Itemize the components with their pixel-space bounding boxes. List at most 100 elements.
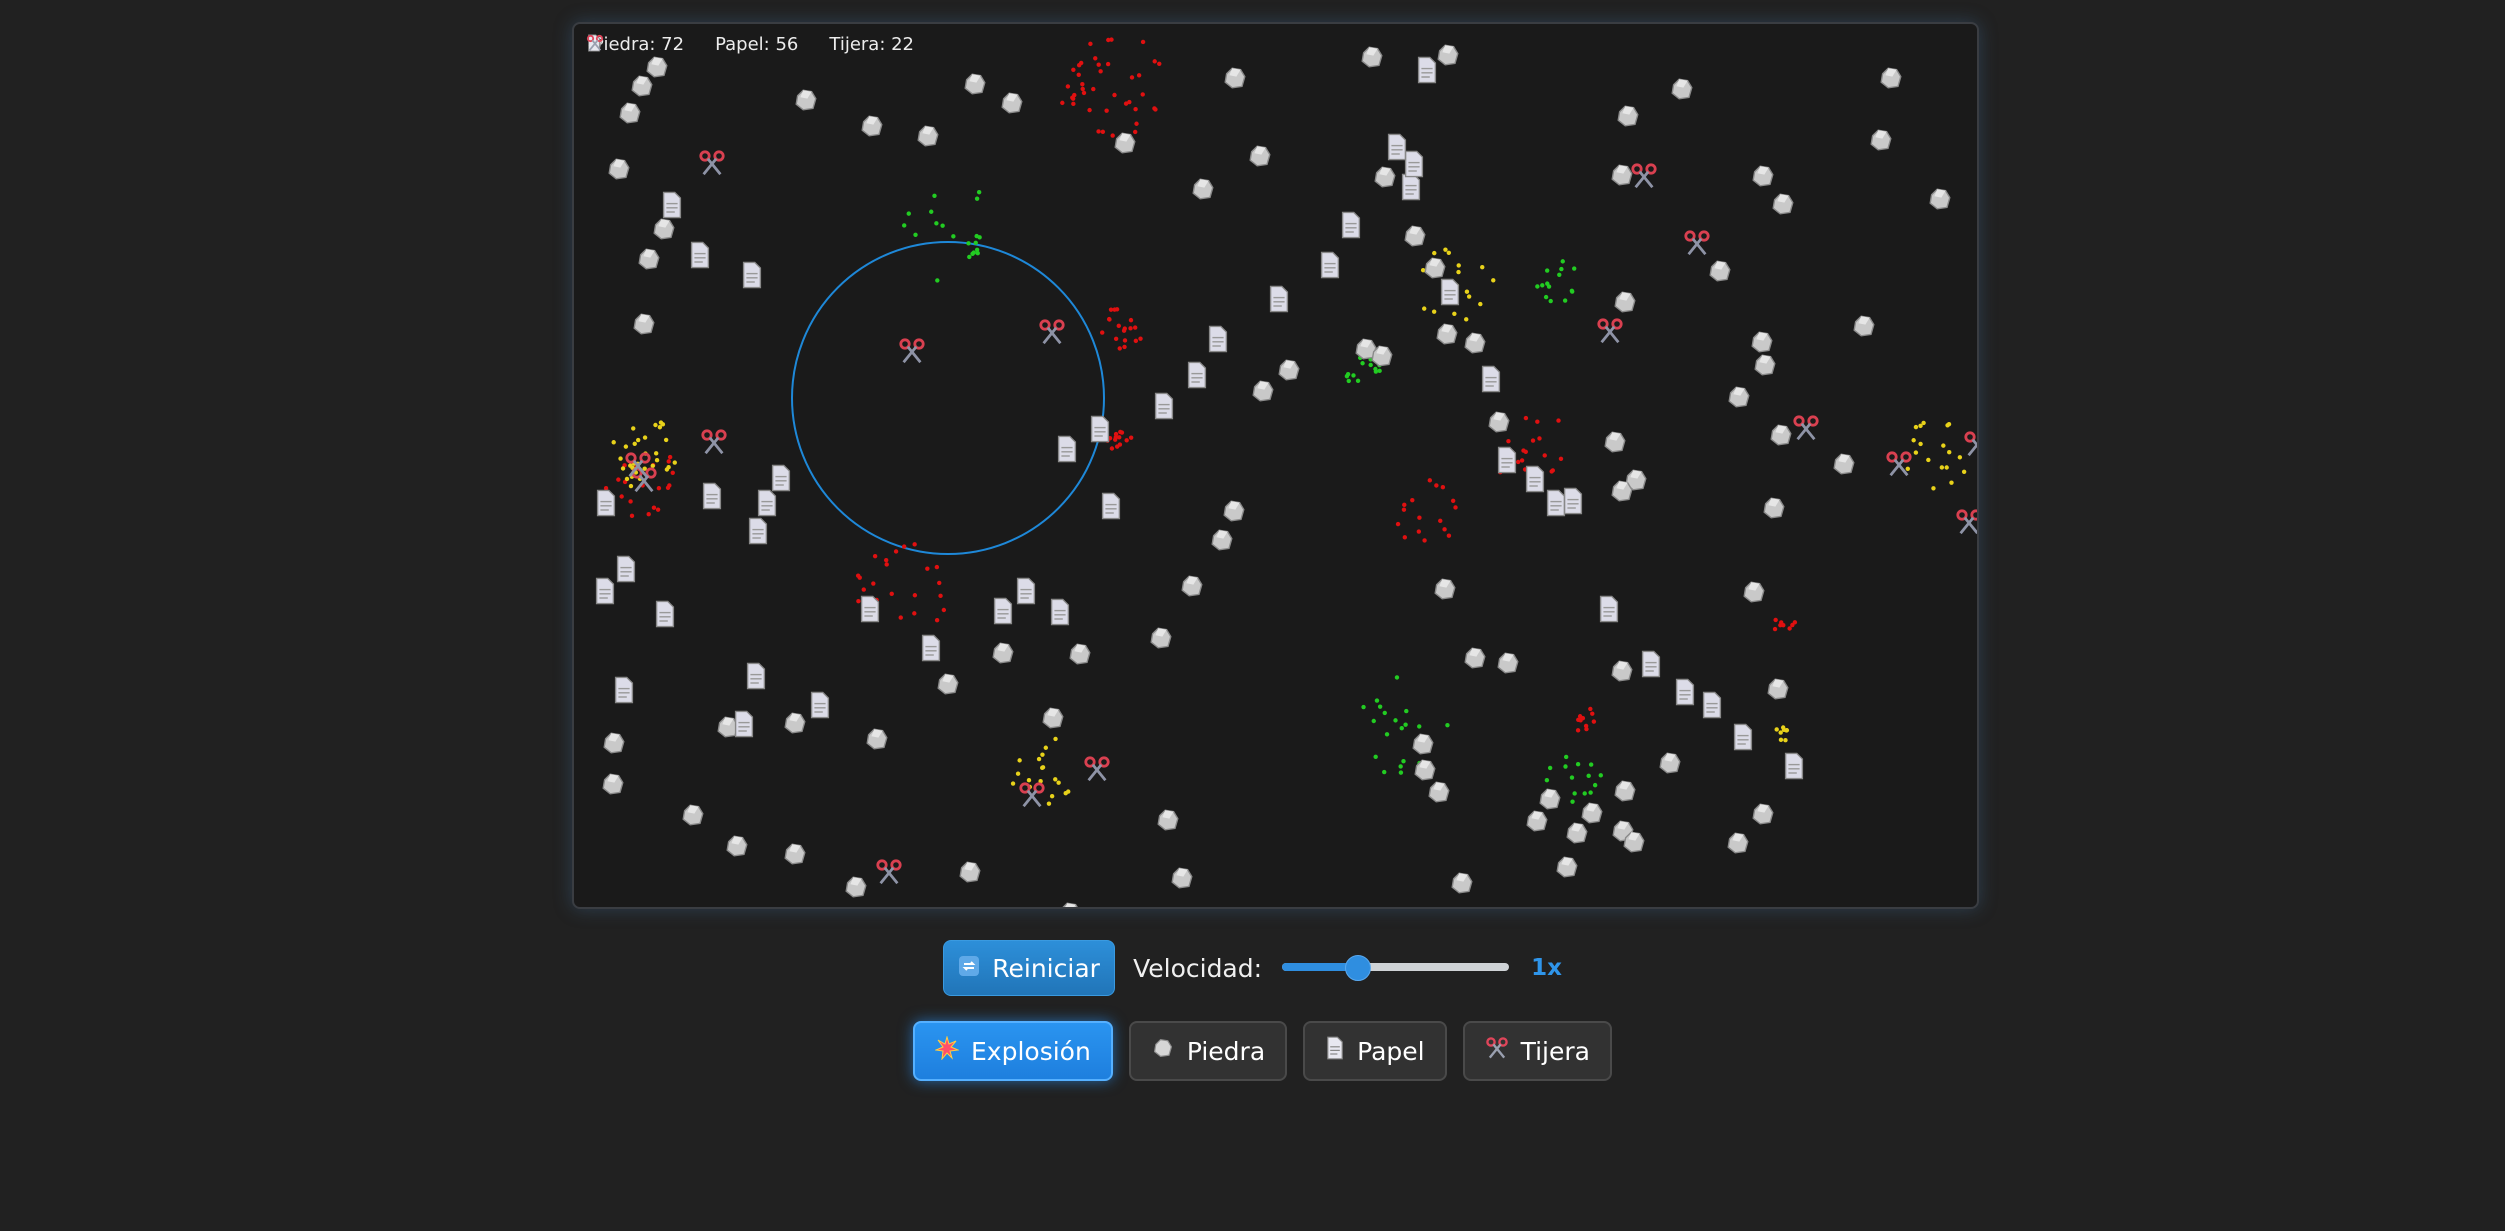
particle — [1961, 469, 1967, 474]
mode-scissors-button[interactable]: Tijera — [1462, 1021, 1612, 1081]
paper-icon — [1055, 435, 1083, 463]
paper-icon — [1099, 492, 1127, 520]
particle — [1117, 442, 1123, 447]
particle — [1122, 326, 1127, 331]
mode-explosion-button[interactable]: Explosión — [913, 1021, 1113, 1081]
particle — [1575, 762, 1581, 767]
rock-icon — [1368, 342, 1396, 370]
particle — [1104, 108, 1109, 113]
particle — [653, 422, 658, 428]
particle — [1572, 791, 1577, 796]
particle — [1941, 443, 1946, 448]
particle — [1774, 727, 1779, 732]
particle — [1382, 769, 1387, 775]
rock-icon — [1409, 730, 1437, 758]
particle — [929, 209, 934, 214]
particle — [1384, 732, 1390, 737]
rock-icon — [858, 112, 886, 140]
particle — [666, 465, 671, 470]
particle — [1588, 762, 1594, 767]
paper-icon — [740, 261, 768, 289]
particle — [1100, 330, 1105, 335]
particle — [1918, 441, 1923, 447]
particle — [1100, 129, 1106, 134]
speed-value: 1x — [1531, 955, 1562, 981]
particle — [1153, 107, 1158, 112]
particle — [1402, 502, 1407, 508]
particle — [653, 451, 659, 456]
particle — [925, 566, 930, 571]
rock-icon — [1725, 383, 1753, 411]
rock-icon — [1601, 428, 1629, 456]
scissors-icon — [1083, 755, 1111, 783]
particle — [1344, 374, 1350, 379]
particle — [1456, 263, 1461, 268]
particle — [1417, 515, 1422, 520]
particle — [1563, 754, 1569, 760]
particle — [1063, 791, 1068, 796]
particle — [1931, 486, 1936, 491]
scissors-icon — [1485, 1036, 1509, 1066]
particle — [1442, 527, 1447, 532]
particle — [884, 562, 889, 567]
rock-icon — [1448, 869, 1476, 897]
particle — [1106, 37, 1111, 43]
restart-button[interactable]: Reiniciar — [943, 940, 1116, 996]
rock-icon — [1608, 657, 1636, 685]
rock-icon — [1614, 102, 1642, 130]
particle — [1346, 378, 1351, 384]
particle — [1779, 620, 1784, 625]
particle — [1575, 728, 1581, 733]
particle — [1398, 770, 1404, 775]
paper-icon — [755, 489, 783, 517]
rock-icon — [1401, 222, 1429, 250]
rock-icon — [1611, 288, 1639, 316]
rock-icon — [1760, 494, 1788, 522]
particle — [1122, 344, 1127, 350]
particle — [1450, 498, 1456, 503]
rock-icon — [679, 801, 707, 829]
particle — [1401, 507, 1407, 512]
particle — [1138, 336, 1143, 341]
scissors-icon — [1963, 430, 1977, 458]
paper-icon — [1479, 365, 1507, 393]
speed-slider[interactable] — [1282, 955, 1510, 981]
mode-paper-button[interactable]: Papel — [1303, 1021, 1447, 1081]
rock-icon — [1221, 64, 1249, 92]
paper-icon — [594, 489, 622, 517]
rock-icon — [1867, 126, 1895, 154]
particle — [618, 456, 623, 461]
particle — [1040, 752, 1045, 757]
particle — [1563, 764, 1568, 769]
rock-icon — [1208, 526, 1236, 554]
simulation-arena[interactable]: Piedra: 72 Papel: 56 Tijera: 22 — [572, 22, 1979, 909]
particle — [1478, 301, 1483, 307]
particle — [1452, 311, 1457, 316]
particle — [1132, 325, 1138, 330]
particle — [1530, 438, 1536, 443]
particle — [1140, 92, 1145, 97]
paper-icon — [688, 241, 716, 269]
particle — [974, 196, 980, 201]
paper-icon — [700, 482, 728, 510]
particle — [1056, 780, 1061, 785]
paper-icon — [1731, 723, 1759, 751]
particle — [1116, 323, 1121, 329]
mode-rock-button[interactable]: Piedra — [1128, 1021, 1288, 1081]
speed-slider-thumb[interactable] — [1344, 955, 1371, 981]
rock-icon — [1751, 351, 1779, 379]
particle — [667, 483, 672, 488]
particle — [1939, 465, 1945, 470]
particle — [1112, 92, 1117, 98]
rock-icon — [792, 86, 820, 114]
particle — [1093, 56, 1098, 61]
particle — [1557, 272, 1562, 278]
particle — [906, 211, 911, 216]
rock-icon — [1154, 806, 1182, 834]
rock-icon — [842, 873, 870, 901]
particle — [1911, 438, 1916, 443]
particle — [670, 470, 675, 475]
particle — [1010, 781, 1016, 786]
rock-icon — [1485, 408, 1513, 436]
particle — [1017, 758, 1022, 763]
